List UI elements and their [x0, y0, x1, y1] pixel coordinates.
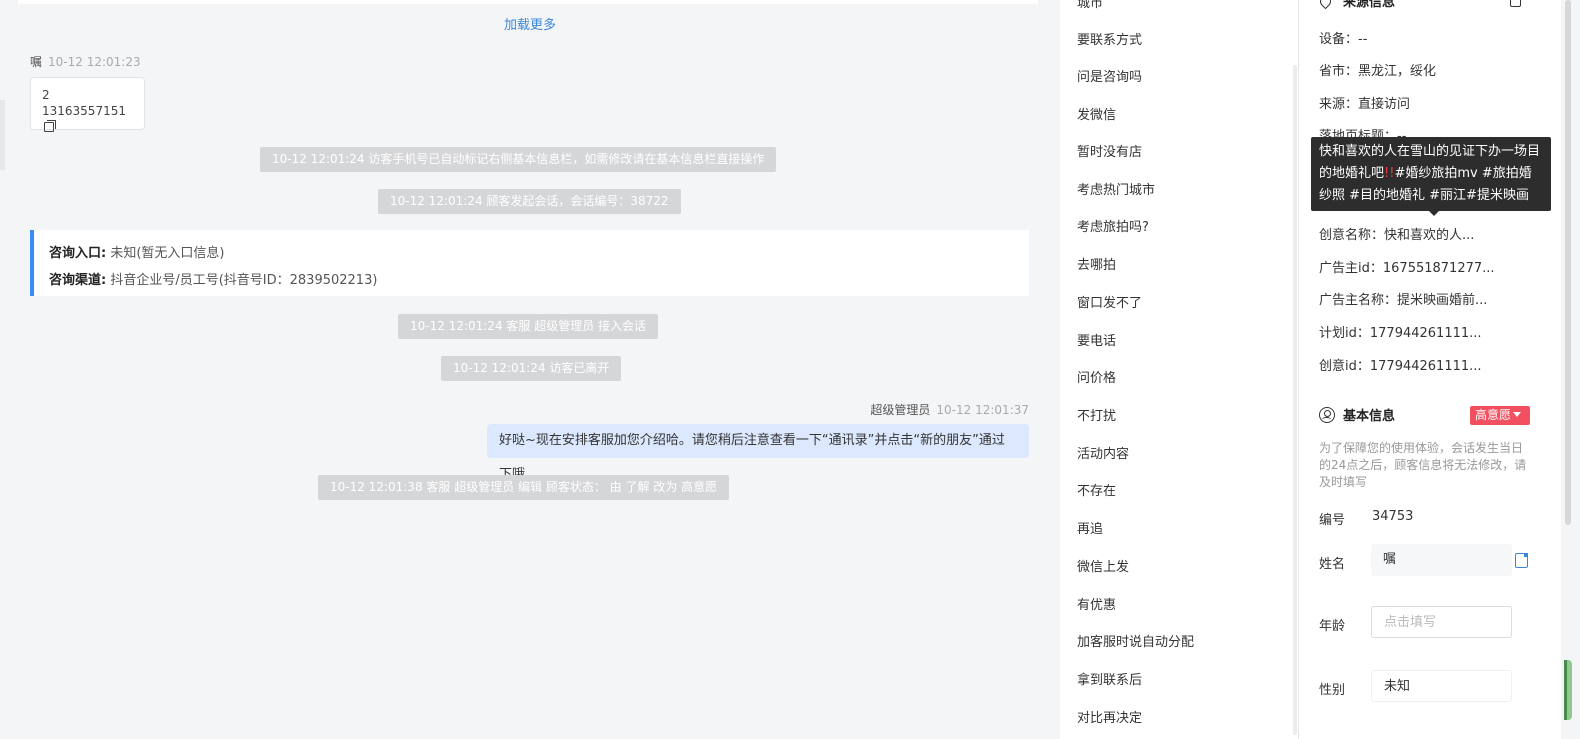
- scrollbar-thumb-edge: [1564, 660, 1567, 720]
- age-input[interactable]: 点击填写: [1371, 606, 1512, 638]
- intent-status-label: 高意愿: [1475, 408, 1512, 422]
- plan-id-row: 计划id：177944261111...: [1319, 322, 1482, 341]
- phrase-item[interactable]: 拿到联系后: [1077, 669, 1142, 688]
- phrase-list-scrollbar[interactable]: [1293, 65, 1297, 735]
- phrase-item[interactable]: 考虑热门城市: [1077, 179, 1155, 198]
- phrase-item[interactable]: 暂时没有店: [1077, 141, 1142, 160]
- system-message: 10-12 12:01:24 顾客发起会话，会话编号：38722: [378, 189, 681, 214]
- load-more-link[interactable]: 加载更多: [0, 14, 1060, 33]
- visitor-message-line-1: 2: [42, 88, 50, 102]
- origin-label: 来源：: [1319, 97, 1359, 112]
- phrase-item[interactable]: 有优惠: [1077, 594, 1116, 613]
- source-info-title: 来源信息: [1343, 0, 1396, 10]
- agent-name: 超级管理员: [870, 403, 931, 417]
- chat-top-edge: [18, 0, 1038, 4]
- phrase-item[interactable]: 再追: [1077, 518, 1103, 537]
- app-root: 加载更多 嘱 10-12 12:01:23 2 13163557151 10-12…: [0, 0, 1580, 739]
- customer-info-panel: 来源信息 设备：-- 省市：黑龙江，绥化 来源：直接访问 落地页标题：-- 创意…: [1299, 0, 1561, 739]
- edit-icon[interactable]: [1510, 0, 1521, 7]
- creative-name-value: 快和喜欢的人...: [1384, 228, 1475, 243]
- edit-deadline-notice: 为了保障您的使用体验，会话发生当日的24点之后，顾客信息将无法修改，请及时填写: [1319, 441, 1527, 489]
- caret-down-icon: [1513, 412, 1522, 417]
- visitor-message-time: 10-12 12:01:23: [48, 55, 141, 69]
- phrase-item[interactable]: 不打扰: [1077, 405, 1116, 424]
- creative-id-row: 创意id：177944261111...: [1319, 355, 1482, 374]
- source-origin-row: 来源：直接访问: [1319, 93, 1410, 112]
- phrase-item[interactable]: 城市: [1077, 0, 1103, 11]
- basic-info-title: 基本信息: [1343, 409, 1396, 424]
- page-scrollbar[interactable]: [1561, 0, 1580, 739]
- phrase-item[interactable]: 窗口发不了: [1077, 292, 1142, 311]
- origin-value: 直接访问: [1358, 97, 1411, 112]
- gender-select[interactable]: 未知: [1371, 670, 1512, 702]
- advertiser-id-row: 广告主id：167551871277...: [1319, 257, 1495, 276]
- agent-message-time: 10-12 12:01:37: [936, 403, 1029, 417]
- advertiser-name-row: 广告主名称：提米映画婚前...: [1319, 289, 1487, 308]
- consult-info-card: 咨询入口: 未知(暂无入口信息) 咨询渠道: 抖音企业号/员工号(抖音号ID：2…: [30, 230, 1029, 296]
- advertiser-name-value: 提米映画婚前...: [1397, 293, 1488, 308]
- phrase-item[interactable]: 要电话: [1077, 330, 1116, 349]
- name-label: 姓名: [1319, 557, 1346, 572]
- system-message: 10-12 12:01:24 访客已离开: [441, 356, 622, 381]
- device-value: --: [1358, 32, 1368, 47]
- province-label: 省市：: [1319, 64, 1359, 79]
- phrase-item[interactable]: 对比再决定: [1077, 707, 1142, 726]
- left-gutter: [0, 100, 5, 170]
- creative-name-tooltip: 快和喜欢的人在雪山的见证下办一场目的地婚礼吧!!#婚纱旅拍mv #旅拍婚纱照 #…: [1311, 137, 1551, 216]
- province-value: 黑龙江，绥化: [1358, 64, 1437, 79]
- visitor-phone: 13163557151: [42, 104, 126, 118]
- consult-channel-label: 咨询渠道:: [49, 273, 107, 288]
- creative-name-label: 创意名称：: [1319, 228, 1385, 243]
- scrollbar-track[interactable]: [1565, 0, 1571, 525]
- advertiser-id-value: 167551871277...: [1382, 261, 1495, 276]
- chat-pane: 加载更多 嘱 10-12 12:01:23 2 13163557151 10-12…: [0, 0, 1060, 739]
- name-field[interactable]: 嘱: [1371, 544, 1512, 576]
- phrase-item[interactable]: 不存在: [1077, 480, 1116, 499]
- phrase-item[interactable]: 发微信: [1077, 104, 1116, 123]
- creative-id-label: 创意id：: [1319, 359, 1370, 374]
- phrase-item[interactable]: 微信上发: [1077, 556, 1129, 575]
- user-circle-icon: [1319, 406, 1335, 423]
- plan-id-value: 177944261111...: [1369, 326, 1482, 341]
- creative-name-row[interactable]: 创意名称：快和喜欢的人...: [1319, 224, 1474, 243]
- phrase-item[interactable]: 考虑旅拍吗?: [1077, 216, 1149, 235]
- system-message: 10-12 12:01:24 访客手机号已自动标记右侧基本信息栏，如需修改请在基…: [260, 147, 777, 172]
- advertiser-name-label: 广告主名称：: [1319, 293, 1398, 308]
- phrase-item[interactable]: 去哪拍: [1077, 254, 1116, 273]
- system-message: 10-12 12:01:24 客服 超级管理员 接入会话: [398, 314, 659, 339]
- consult-channel-value: 抖音企业号/员工号(抖音号ID：2839502213): [110, 273, 378, 288]
- copy-icon[interactable]: [44, 120, 56, 132]
- phrase-item[interactable]: 问是咨询吗: [1077, 66, 1142, 85]
- quick-phrase-list: 城市 要联系方式 问是咨询吗 发微信 暂时没有店 考虑热门城市 考虑旅拍吗? 去…: [1060, 0, 1298, 739]
- visitor-message-header: 嘱 10-12 12:01:23: [30, 53, 141, 70]
- number-value: 34753: [1372, 509, 1414, 524]
- source-device-row: 设备：--: [1319, 28, 1367, 47]
- phrase-item[interactable]: 要联系方式: [1077, 29, 1142, 48]
- tooltip-exclamation: !!: [1384, 166, 1395, 181]
- consult-entry-value: 未知(暂无入口信息): [110, 246, 225, 261]
- agent-message-bubble: 好哒~现在安排客服加您介绍哈。请您稍后注意查看一下“通讯录”并点击“新的朋友”通…: [487, 424, 1029, 482]
- copy-icon[interactable]: [1515, 553, 1528, 568]
- agent-message-header: 超级管理员 10-12 12:01:37: [870, 401, 1029, 418]
- consult-entry-label: 咨询入口:: [49, 246, 107, 261]
- visitor-message-bubble: 2 13163557151: [30, 77, 145, 132]
- visitor-name: 嘱: [30, 55, 43, 69]
- number-label: 编号: [1319, 513, 1346, 528]
- phrase-item[interactable]: 加客服时说自动分配: [1077, 631, 1194, 650]
- location-pin-icon: [1317, 0, 1334, 10]
- age-label: 年龄: [1319, 619, 1346, 634]
- creative-id-value: 177944261111...: [1369, 359, 1482, 374]
- gender-label: 性别: [1319, 683, 1346, 698]
- source-province-row: 省市：黑龙江，绥化: [1319, 60, 1436, 79]
- device-label: 设备：: [1319, 32, 1359, 47]
- intent-status-dropdown[interactable]: 高意愿: [1470, 406, 1530, 425]
- phrase-item[interactable]: 活动内容: [1077, 443, 1129, 462]
- advertiser-id-label: 广告主id：: [1319, 261, 1383, 276]
- system-message: 10-12 12:01:38 客服 超级管理员 编辑 顾客状态： 由 了解 改为…: [318, 475, 730, 500]
- phrase-item[interactable]: 问价格: [1077, 367, 1116, 386]
- plan-id-label: 计划id：: [1319, 326, 1370, 341]
- basic-info-header: 基本信息: [1319, 405, 1395, 424]
